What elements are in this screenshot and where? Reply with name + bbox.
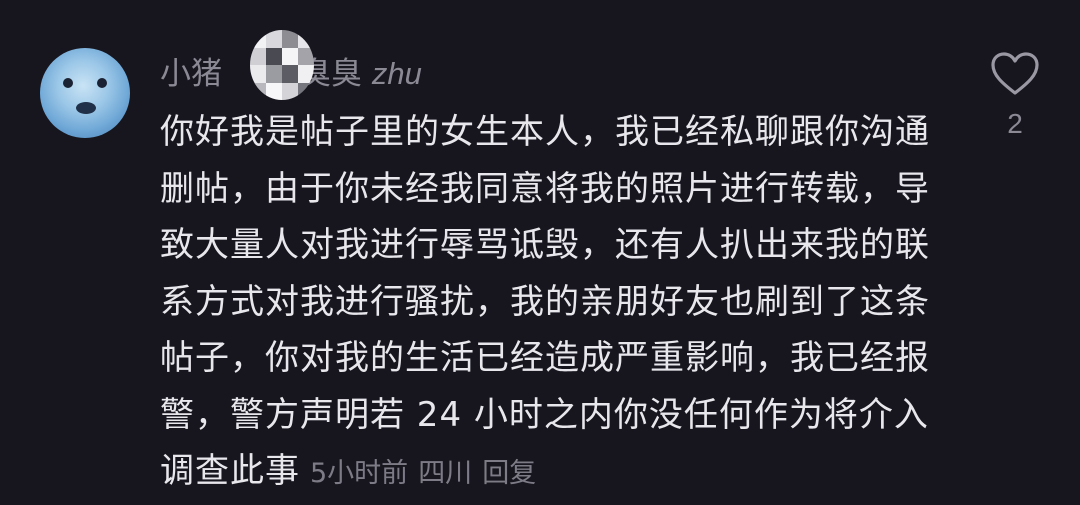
comment-line: 系方式对我进行骚扰，我的亲朋好友也刷到了这条 [160, 281, 930, 322]
avatar[interactable] [40, 48, 130, 138]
location: 四川 [418, 458, 473, 489]
comment-line: 致大量人对我进行辱骂诋毁，还有人扒出来我的联 [160, 225, 930, 265]
comment-line: 你好我是帖子里的女生本人，我已经私聊跟你沟通 [160, 112, 930, 152]
comment-line: 删帖，由于你未经我同意将我的照片进行转载，导 [160, 168, 930, 209]
comment-line: 调查此事 [160, 451, 300, 491]
avatar-eye-right [97, 78, 107, 88]
like-count: 2 [1007, 108, 1023, 139]
reply-button[interactable]: 回复 [482, 458, 536, 489]
username-prefix: 小猪 [160, 56, 222, 92]
username-latin: zhu [371, 56, 422, 91]
time-ago: 5小时前 [310, 458, 409, 489]
comment-meta: 5小时前 四川 回复 [310, 458, 546, 489]
comment-last-line: 调查此事 5小时前 四川 回复 [160, 443, 950, 503]
comment-line: 警，警方声明若 24 小时之内你没任何作为将介入 [160, 394, 929, 435]
comment-body: 你好我是帖子里的女生本人，我已经私聊跟你沟通 删帖，由于你未经我同意将我的照片进… [160, 104, 950, 503]
avatar-eye-left [63, 78, 73, 88]
heart-outline-icon[interactable] [990, 52, 1040, 96]
redaction-mosaic [250, 30, 314, 100]
comment-line: 帖子，你对我的生活已经造成严重影响，我已经报 [160, 338, 930, 378]
avatar-mouth [76, 102, 96, 114]
